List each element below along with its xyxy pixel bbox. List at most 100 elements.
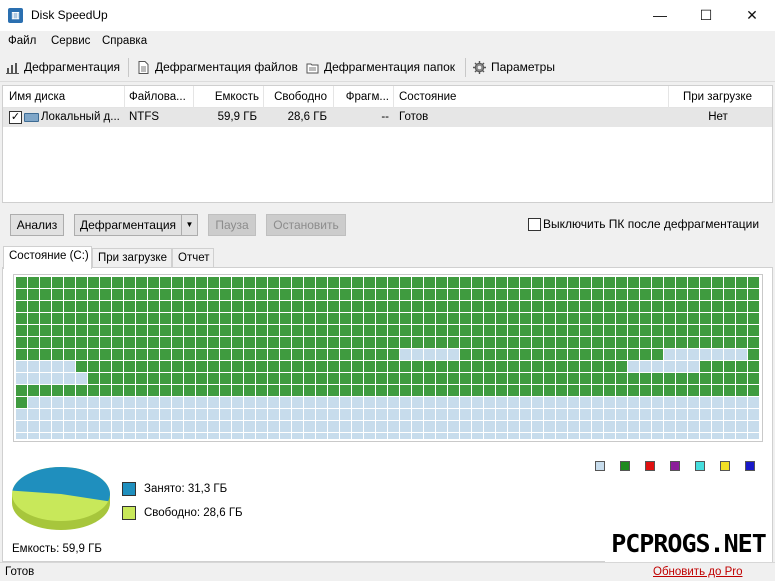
- cluster-used: [76, 349, 87, 360]
- cluster-used: [556, 385, 567, 396]
- column-on-boot[interactable]: При загрузке: [683, 91, 763, 103]
- cluster-free: [484, 421, 495, 432]
- column-divider[interactable]: [333, 86, 334, 108]
- cluster-used: [652, 373, 663, 384]
- cluster-used: [172, 361, 183, 372]
- free-legend-swatch: [122, 506, 136, 520]
- cluster-used: [340, 337, 351, 348]
- pause-button[interactable]: Пауза: [208, 214, 256, 236]
- cluster-free: [268, 409, 279, 420]
- toolbar-separator: [128, 58, 129, 77]
- cluster-used: [592, 361, 603, 372]
- close-button[interactable]: ✕: [729, 0, 775, 31]
- column-free[interactable]: Свободно: [263, 91, 327, 103]
- cluster-used: [544, 373, 555, 384]
- menu-help[interactable]: Справка: [102, 35, 147, 47]
- cluster-free: [40, 373, 51, 384]
- options-chevron-icon[interactable]: ⌄: [751, 217, 759, 228]
- cluster-used: [64, 385, 75, 396]
- cluster-used: [412, 301, 423, 312]
- toolbar-defrag-files-label: Дефрагментация файлов: [155, 60, 298, 74]
- cluster-free: [556, 397, 567, 408]
- cluster-used: [304, 361, 315, 372]
- shutdown-after-label[interactable]: Выключить ПК после дефрагментации: [543, 217, 759, 231]
- cluster-used: [112, 325, 123, 336]
- cluster-used: [424, 385, 435, 396]
- cluster-used: [556, 313, 567, 324]
- cluster-used: [256, 373, 267, 384]
- tab-state[interactable]: Состояние (C:): [3, 246, 92, 269]
- stop-button[interactable]: Остановить: [266, 214, 346, 236]
- cluster-free: [664, 421, 675, 432]
- defrag-split-button[interactable]: Дефрагментация ▼: [74, 214, 198, 236]
- cluster-free: [628, 421, 639, 432]
- cluster-free: [16, 373, 27, 384]
- toolbar-defrag-files-button[interactable]: Дефрагментация файлов: [137, 58, 298, 76]
- cluster-used: [208, 349, 219, 360]
- cluster-used: [364, 337, 375, 348]
- cluster-used: [520, 301, 531, 312]
- cluster-used: [532, 301, 543, 312]
- cluster-used: [100, 325, 111, 336]
- column-filesystem[interactable]: Файлова...: [129, 91, 191, 103]
- cluster-used: [328, 289, 339, 300]
- cluster-used: [100, 277, 111, 288]
- cluster-used: [100, 349, 111, 360]
- menu-file[interactable]: Файл: [8, 35, 36, 47]
- toolbar-settings-button[interactable]: Параметры: [473, 58, 555, 76]
- shutdown-after-checkbox[interactable]: [528, 218, 541, 231]
- cluster-free: [724, 397, 735, 408]
- cluster-free: [700, 397, 711, 408]
- cluster-used: [748, 337, 759, 348]
- cluster-free: [616, 409, 627, 420]
- column-divider[interactable]: [124, 86, 125, 108]
- cluster-used: [448, 289, 459, 300]
- cluster-used: [304, 373, 315, 384]
- column-divider[interactable]: [393, 86, 394, 108]
- cluster-free: [292, 421, 303, 432]
- cluster-used: [508, 313, 519, 324]
- cluster-used: [376, 361, 387, 372]
- cluster-free: [400, 433, 411, 439]
- maximize-button[interactable]: ☐: [683, 0, 729, 31]
- cluster-used: [616, 373, 627, 384]
- column-disk-name[interactable]: Имя диска: [9, 91, 124, 103]
- cluster-used: [328, 337, 339, 348]
- cluster-used: [220, 313, 231, 324]
- cluster-used: [676, 277, 687, 288]
- cluster-free: [304, 433, 315, 439]
- upgrade-to-pro-link[interactable]: Обновить до Pro: [653, 566, 742, 578]
- cluster-used: [280, 313, 291, 324]
- toolbar-settings-label: Параметры: [491, 60, 555, 74]
- cluster-used: [244, 361, 255, 372]
- cluster-free: [76, 433, 87, 439]
- cluster-free: [472, 397, 483, 408]
- analyze-button[interactable]: Анализ: [10, 214, 64, 236]
- cluster-used: [184, 325, 195, 336]
- toolbar-defrag-folders-button[interactable]: Дефрагментация папок: [306, 58, 455, 76]
- toolbar-defrag-button[interactable]: Дефрагментация: [6, 58, 120, 76]
- tab-on-boot[interactable]: При загрузке: [92, 248, 172, 268]
- column-state[interactable]: Состояние: [399, 91, 599, 103]
- column-capacity[interactable]: Емкость: [193, 91, 259, 103]
- cluster-used: [172, 313, 183, 324]
- tab-report[interactable]: Отчет: [172, 248, 214, 268]
- cluster-used: [520, 277, 531, 288]
- cluster-used: [244, 301, 255, 312]
- cluster-free: [448, 409, 459, 420]
- cluster-used: [100, 373, 111, 384]
- column-divider[interactable]: [668, 86, 669, 108]
- minimize-button[interactable]: —: [637, 0, 683, 31]
- cluster-used: [424, 373, 435, 384]
- menu-service[interactable]: Сервис: [51, 35, 90, 47]
- disk-select-checkbox[interactable]: ✓: [9, 111, 22, 124]
- disk-row[interactable]: ✓ Локальный д... NTFS 59,9 ГБ 28,6 ГБ --…: [3, 108, 772, 127]
- chevron-down-icon[interactable]: ▼: [181, 215, 197, 235]
- column-fragmentation[interactable]: Фрагм...: [339, 91, 389, 103]
- cluster-used: [280, 337, 291, 348]
- cluster-used: [472, 301, 483, 312]
- cluster-used: [268, 385, 279, 396]
- cluster-free: [136, 421, 147, 432]
- cluster-used: [544, 337, 555, 348]
- cluster-used: [484, 325, 495, 336]
